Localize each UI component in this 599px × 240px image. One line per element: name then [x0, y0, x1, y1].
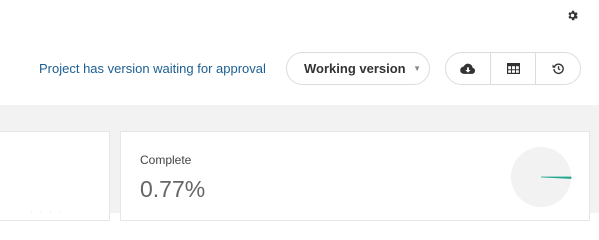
gear-icon [567, 10, 578, 20]
progress-pie [511, 147, 572, 207]
complete-value: 0.77% [140, 176, 206, 202]
complete-label: Complete [140, 153, 192, 167]
header: Project has version waiting for approval… [0, 0, 599, 105]
table-view-button[interactable] [491, 53, 536, 84]
caret-down-icon: ▼ [413, 64, 421, 73]
complete-card: Complete 0.77% [120, 131, 590, 221]
table-icon [506, 63, 520, 74]
cloud-download-icon [460, 63, 476, 74]
download-button[interactable] [446, 53, 491, 84]
settings-button[interactable] [563, 6, 581, 24]
version-select-value: Working version [304, 61, 406, 76]
action-button-group [445, 52, 581, 85]
summary-card-partial: · · · · [0, 131, 110, 221]
history-icon [552, 63, 564, 75]
faint-text: · · · · [30, 206, 64, 216]
dashboard-content: · · · · Complete 0.77% [0, 105, 599, 221]
version-select[interactable]: Working version ▼ [286, 52, 430, 85]
approval-notice-link[interactable]: Project has version waiting for approval [39, 61, 266, 76]
history-button[interactable] [536, 53, 580, 84]
page: Project has version waiting for approval… [0, 0, 599, 221]
